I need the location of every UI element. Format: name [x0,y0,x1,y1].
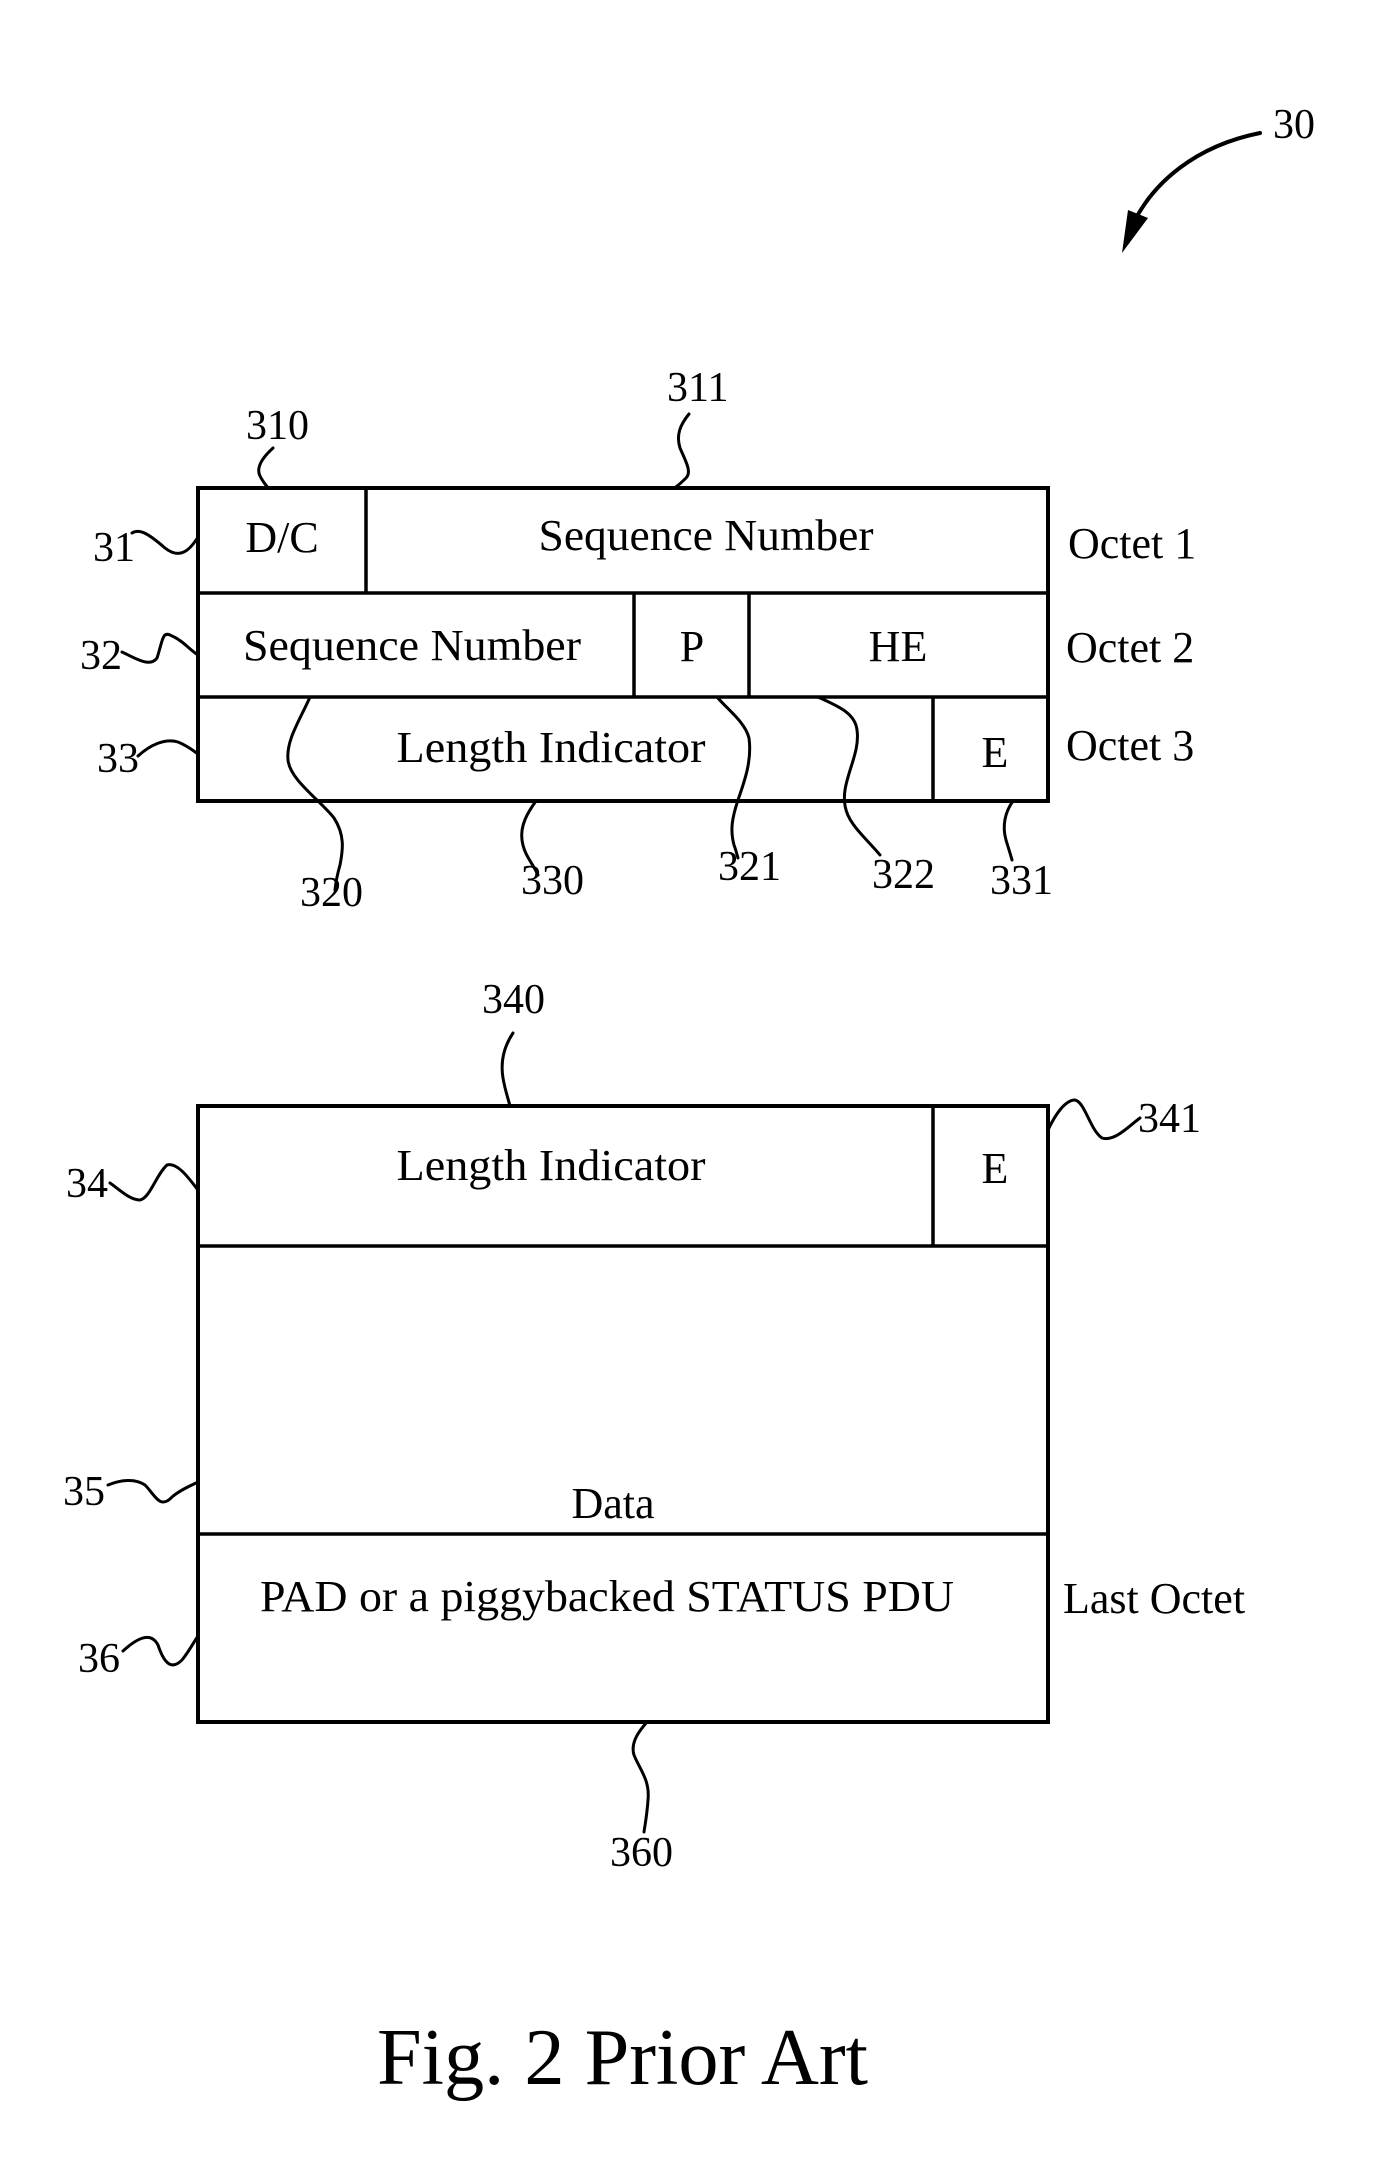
ref-32-label: 32 [80,633,122,679]
octet-row-2: Sequence Number P HE Octet 2 [243,621,1194,672]
row-refs-left: 31 32 33 [80,525,200,782]
payload-row-refs: 34 35 36 [63,1161,200,1682]
payload-field-refs: 340 341 360 [482,977,1201,1876]
payload-block: Length Indicator E Data PAD or a piggyba… [63,977,1245,1876]
field-length-indicator-2: Length Indicator [397,1141,706,1190]
ref-311-label: 311 [667,365,728,411]
field-e-2: E [982,1144,1009,1193]
field-pad-status-pdu: PAD or a piggybacked STATUS PDU [260,1572,954,1621]
field-sequence-number-2: Sequence Number [243,621,581,670]
field-sequence-number-1: Sequence Number [539,511,874,560]
leader-360 [631,1720,650,1834]
field-length-indicator-1: Length Indicator [397,723,706,772]
octet-row-1: D/C Sequence Number Octet 1 [245,511,1196,568]
ref-30-label: 30 [1273,102,1315,148]
ref-34-label: 34 [66,1161,108,1207]
leader-331 [1002,799,1015,862]
ref-35-label: 35 [63,1469,105,1515]
payload-block-frame [196,1104,1050,1724]
octet-row-3: Length Indicator E Octet 3 [397,721,1195,777]
leader-32 [120,632,200,664]
ref-340-label: 340 [482,977,545,1023]
leader-320 [286,695,344,892]
ref-320-label: 320 [300,870,363,916]
field-data: Data [571,1479,654,1528]
payload-row-data: Data [571,1479,654,1528]
figure-caption: Fig. 2 Prior Art [377,2014,868,2102]
ref-331-label: 331 [990,858,1053,904]
arrowhead-icon [1122,210,1148,253]
leader-340 [500,1031,515,1108]
leader-322 [816,695,882,857]
field-dc: D/C [245,513,318,562]
leader-321 [715,695,752,860]
leader-31 [130,529,200,555]
field-p: P [680,622,704,671]
leader-36 [121,1634,200,1667]
ref-321-label: 321 [718,844,781,890]
ref-330-label: 330 [521,858,584,904]
ref-322-label: 322 [872,852,935,898]
octet-label-1: Octet 1 [1068,519,1196,568]
octet-label-last: Last Octet [1063,1574,1245,1623]
ref-310-label: 310 [246,403,309,449]
ref-341-label: 341 [1138,1096,1201,1142]
leader-33 [136,739,200,758]
payload-row-pad: PAD or a piggybacked STATUS PDU Last Oct… [260,1572,1245,1623]
figure-ref-30: 30 [1122,102,1315,253]
octet-label-2: Octet 2 [1066,623,1194,672]
field-he: HE [869,622,928,671]
field-e-1: E [982,728,1009,777]
payload-row-length-indicator: Length Indicator E [397,1141,1009,1193]
octet-label-3: Octet 3 [1066,721,1194,770]
header-block: D/C Sequence Number Octet 1 Sequence Num… [80,365,1196,916]
leader-311 [672,412,691,490]
ref-36-label: 36 [78,1636,120,1682]
ref-31-label: 31 [93,525,135,571]
leader-35 [106,1479,200,1504]
ref-33-label: 33 [97,736,139,782]
curved-arrow-icon [1126,131,1262,237]
leader-34 [108,1163,200,1202]
leader-310 [257,446,275,490]
pdu-format-diagram: 30 D/C Sequence Number Octet 1 Sequence … [63,102,1315,2102]
leader-341 [1046,1098,1142,1141]
ref-360-label: 360 [610,1830,673,1876]
